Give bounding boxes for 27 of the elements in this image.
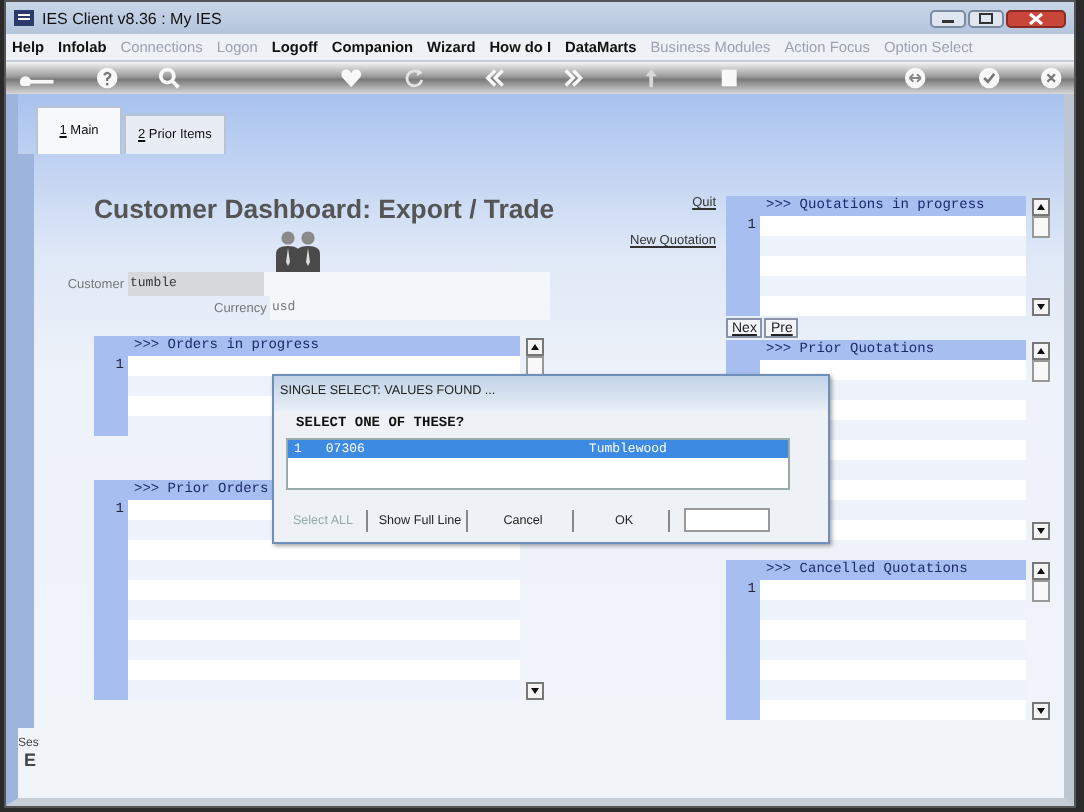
rewind-icon[interactable] [483, 66, 506, 90]
swap-icon[interactable] [904, 66, 928, 90]
scroll-up-button[interactable] [1031, 562, 1049, 602]
scroll-up-button[interactable] [1031, 342, 1049, 382]
scroll-down-button[interactable] [1031, 522, 1049, 540]
input-field[interactable] [684, 508, 770, 532]
scroll-up-button[interactable] [1031, 198, 1049, 238]
heart-icon[interactable] [340, 66, 363, 90]
scroll-down-button[interactable] [525, 682, 543, 700]
forward-icon[interactable] [561, 66, 584, 90]
close-button[interactable] [1006, 9, 1066, 27]
app-icon [14, 10, 34, 26]
scroll-down-button[interactable] [1031, 298, 1049, 316]
window-title: IES Client v8.36 : My IES [42, 9, 224, 27]
key-icon[interactable] [18, 70, 56, 86]
people-icon [274, 230, 322, 274]
maximize-button[interactable] [968, 9, 1004, 27]
page-title: Customer Dashboard: Export / Trade [94, 194, 550, 224]
side-label: E [22, 750, 38, 770]
check-icon[interactable] [977, 66, 1000, 90]
refresh-icon[interactable] [404, 66, 427, 90]
stop-icon[interactable] [718, 66, 741, 90]
search-icon[interactable] [157, 66, 181, 90]
help-icon[interactable] [95, 66, 118, 90]
close-icon[interactable] [1039, 66, 1062, 90]
scroll-down-button[interactable] [1031, 702, 1049, 720]
minimize-button[interactable] [930, 9, 966, 27]
